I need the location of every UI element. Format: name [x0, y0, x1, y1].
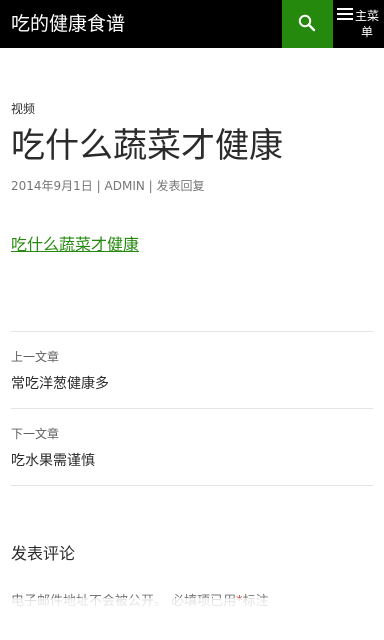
search-button[interactable] — [282, 0, 333, 48]
next-post-label: 下一文章 — [11, 427, 60, 441]
next-post-link[interactable]: 吃水果需谨慎 — [11, 450, 95, 470]
main-menu-label: 主菜单 — [354, 9, 379, 39]
post-title: 吃什么蔬菜才健康 — [11, 126, 283, 166]
post-reply-link[interactable]: 发表回复 — [157, 179, 205, 193]
post-category-link[interactable]: 视频 — [11, 100, 35, 117]
divider — [11, 408, 373, 409]
divider — [11, 485, 373, 486]
meta-separator: | — [148, 179, 153, 193]
post-author-link[interactable]: ADMIN — [105, 179, 145, 193]
post-content-link[interactable]: 吃什么蔬菜才健康 — [11, 231, 139, 255]
prev-post-label: 上一文章 — [11, 350, 60, 364]
meta-separator: | — [96, 179, 101, 193]
bottom-fade-overlay — [0, 598, 384, 640]
search-icon — [298, 14, 316, 32]
divider — [11, 331, 373, 332]
main-menu-button[interactable]: 主菜单 — [333, 0, 384, 48]
comment-reply-title: 发表评论 — [11, 544, 76, 563]
prev-post-link[interactable]: 常吃洋葱健康多 — [11, 373, 109, 393]
top-bar: 吃的健康食谱 主菜单 — [0, 0, 384, 48]
hamburger-menu-icon — [337, 8, 353, 22]
post-meta: 2014年9月1日 | ADMIN | 发表回复 — [11, 177, 205, 194]
post-date-link[interactable]: 2014年9月1日 — [11, 179, 93, 193]
site-title[interactable]: 吃的健康食谱 — [11, 11, 125, 37]
